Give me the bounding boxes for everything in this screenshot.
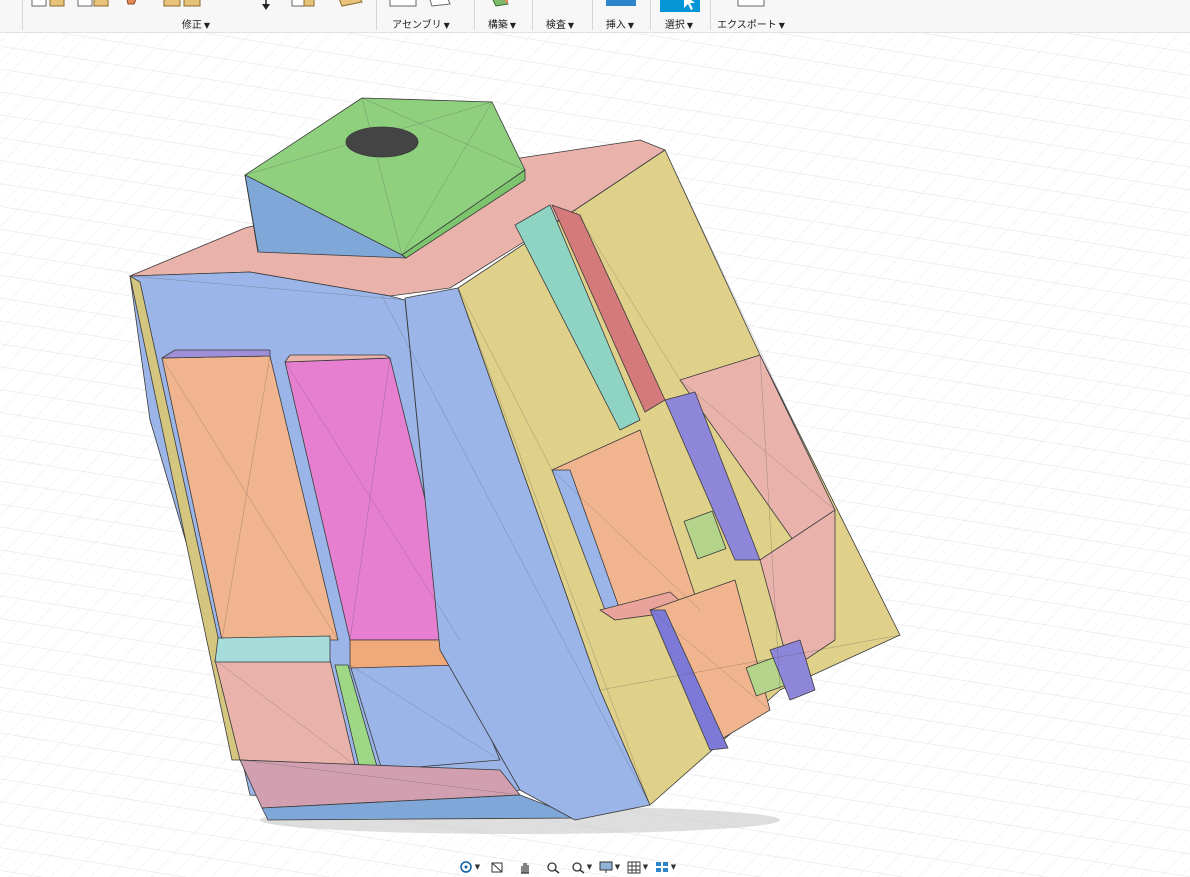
assembly-menu-label: アセンブリ	[392, 20, 442, 31]
chevron-down-icon: ▼	[567, 21, 575, 30]
chevron-down-icon: ▼	[642, 863, 649, 871]
pan-icon	[521, 863, 529, 874]
select-menu-label: 選択	[664, 20, 685, 31]
canvas-viewport[interactable]: ▼ ▼ ▼ ▼ ▼	[0, 33, 1190, 877]
select-menu[interactable]: 選択 ▼	[665, 16, 693, 31]
assembly-menu[interactable]: アセンブリ ▼	[392, 16, 450, 31]
modify-menu-label: 修正	[181, 20, 202, 31]
toolbar: 修正 ▼ アセンブリ ▼ 構築 ▼ 検査 ▼ 挿入 ▼ 選択 ▼ エクスポート ▼	[0, 0, 1190, 33]
chevron-down-icon: ▼	[443, 21, 450, 30]
chevron-down-icon: ▼	[203, 21, 211, 30]
grid-settings-button[interactable]: ▼	[624, 858, 650, 876]
toolbar-divider	[22, 0, 23, 30]
zoom-button[interactable]	[540, 858, 566, 876]
viewports-button[interactable]: ▼	[652, 858, 678, 876]
zoom-window-button[interactable]: ▼	[568, 858, 594, 876]
toolbar-divider	[710, 0, 711, 30]
viewport-canvas[interactable]	[0, 33, 1190, 877]
new-component-icon[interactable]	[388, 0, 464, 8]
insert-menu-label: 挿入	[605, 20, 626, 31]
construct-menu[interactable]: 構築 ▼	[488, 16, 516, 31]
display-settings-button[interactable]: ▼	[596, 858, 622, 876]
chevron-down-icon: ▼	[586, 863, 593, 871]
chevron-down-icon: ▼	[686, 21, 694, 30]
move-icon[interactable]	[258, 0, 274, 12]
pan-button[interactable]	[512, 858, 538, 876]
inspect-menu[interactable]: 検査 ▼	[546, 16, 574, 31]
toolbar-divider	[532, 0, 533, 30]
display-settings-icon	[599, 861, 613, 873]
grid-settings-icon	[627, 861, 641, 874]
align-icon[interactable]	[290, 0, 318, 8]
press-pull-icon[interactable]	[30, 0, 70, 8]
toolbar-divider	[376, 0, 377, 30]
export-icon[interactable]	[736, 0, 766, 8]
insert-icon[interactable]	[606, 0, 636, 8]
chevron-down-icon: ▼	[509, 21, 517, 30]
orbit-button[interactable]: ▼	[456, 858, 482, 876]
toolbar-divider	[650, 0, 651, 30]
insert-menu[interactable]: 挿入 ▼	[606, 16, 634, 31]
chevron-down-icon: ▼	[474, 863, 481, 871]
construct-menu-label: 構築	[487, 20, 508, 31]
chevron-down-icon: ▼	[670, 863, 677, 871]
export-menu-label: エクスポート	[717, 20, 777, 31]
select-cursor-icon[interactable]	[660, 0, 700, 14]
export-menu[interactable]: エクスポート ▼	[717, 16, 785, 31]
fillet-icon[interactable]	[76, 0, 112, 8]
navigation-bar: ▼ ▼ ▼ ▼ ▼	[456, 857, 696, 877]
look-at-icon	[491, 862, 503, 873]
chevron-down-icon: ▼	[778, 21, 785, 30]
chevron-down-icon: ▼	[614, 863, 621, 871]
modify-menu[interactable]: 修正 ▼	[182, 16, 210, 31]
orbit-icon	[460, 861, 472, 873]
chevron-down-icon: ▼	[627, 21, 635, 30]
chamfer-icon[interactable]	[124, 0, 144, 8]
viewports-icon	[655, 862, 668, 872]
toolbar-divider	[592, 0, 593, 30]
zoom-icon	[547, 862, 560, 874]
zoom-window-icon	[572, 862, 585, 874]
measure-icon[interactable]	[548, 0, 578, 8]
inspect-menu-label: 検査	[545, 20, 566, 31]
shell-icon[interactable]	[162, 0, 206, 8]
look-at-button[interactable]	[484, 858, 510, 876]
toolbar-divider	[474, 0, 475, 30]
plane-icon[interactable]	[488, 0, 512, 8]
split-icon[interactable]	[334, 0, 366, 8]
